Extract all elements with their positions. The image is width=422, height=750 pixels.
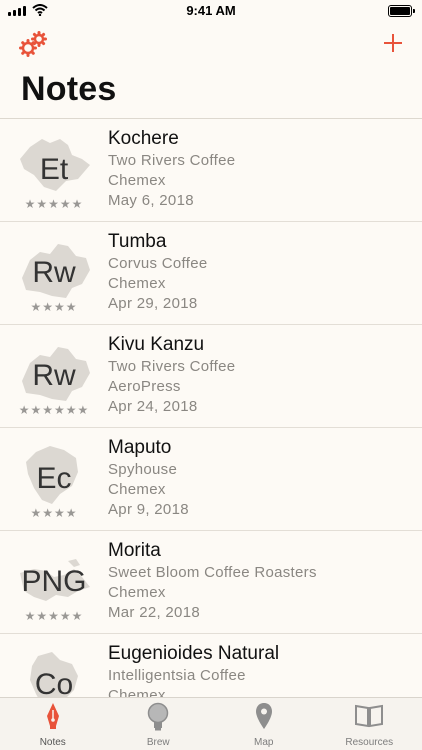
tab-brew[interactable]: Brew [106,698,212,750]
roaster-name: Two Rivers Coffee [108,358,236,375]
country-thumbnail: PNG ★★★★★ [12,545,96,627]
tab-label: Notes [39,737,66,748]
list-item[interactable]: Ec ★★★★ Maputo Spyhouse Chemex Apr 9, 20… [0,428,422,531]
status-time: 9:41 AM [186,3,236,18]
country-thumbnail: Et ★★★★★ [12,133,96,215]
coffee-name: Eugenioides Natural [108,643,280,664]
tab-label: Resources [345,737,394,748]
list-item[interactable]: Rw ★★★★★★ Kivu Kanzu Two Rivers Coffee A… [0,325,422,428]
tab-label: Map [254,737,274,748]
rating-stars: ★★★★★★ [18,403,90,417]
coffee-name: Kivu Kanzu [108,334,205,355]
page-title: Notes [21,70,117,108]
country-thumbnail: Rw ★★★★ [12,236,96,318]
note-date: Apr 29, 2018 [108,295,198,312]
rating-stars: ★★★★★ [24,609,84,623]
list-item[interactable]: Et ★★★★★ Kochere Two Rivers Coffee Cheme… [0,119,422,222]
country-code: Rw [32,359,76,392]
tab-notes[interactable]: Notes [0,698,106,750]
list-item[interactable]: Rw ★★★★ Tumba Corvus Coffee Chemex Apr 2… [0,222,422,325]
roaster-name: Sweet Bloom Coffee Roasters [108,564,317,581]
status-bar: 9:41 AM [0,0,422,22]
country-code: Rw [32,256,76,289]
roaster-name: Corvus Coffee [108,255,208,272]
country-code: PNG [21,565,87,598]
tab-label: Brew [146,737,170,748]
brew-method: Chemex [108,275,166,292]
note-date: Apr 9, 2018 [108,501,189,518]
list-item[interactable]: Co Eugenioides Natural Intelligentsia Co… [0,634,422,701]
open-book-icon [355,704,384,728]
roaster-name: Intelligentsia Coffee [108,667,246,684]
rating-stars: ★★★★★ [24,197,84,211]
add-note-button[interactable] [382,32,404,54]
country-thumbnail: Co [12,648,96,701]
rating-stars: ★★★★ [30,300,78,314]
list-item[interactable]: PNG ★★★★★ Morita Sweet Bloom Coffee Roas… [0,531,422,634]
map-pin-icon [255,703,272,729]
coffee-name: Kochere [108,128,179,149]
brew-bulb-icon [148,702,169,731]
country-thumbnail: Rw ★★★★★★ [12,339,96,421]
battery-icon [388,5,415,17]
settings-gear-icon[interactable] [18,30,48,58]
brew-method: Chemex [108,584,166,601]
country-thumbnail: Ec ★★★★ [12,442,96,524]
rating-stars: ★★★★ [30,506,78,520]
brew-method: Chemex [108,481,166,498]
note-date: May 6, 2018 [108,192,194,209]
tab-bar: Notes Brew Map Resources [0,697,422,750]
country-code: Et [39,153,69,186]
tab-resources[interactable]: Resources [317,698,422,750]
coffee-name: Maputo [108,437,172,458]
roaster-name: Two Rivers Coffee [108,152,236,169]
coffee-name: Morita [108,540,161,561]
country-code: Ec [36,462,72,495]
note-date: Apr 24, 2018 [108,398,198,415]
note-date: Mar 22, 2018 [108,604,200,621]
tab-map[interactable]: Map [211,698,317,750]
roaster-name: Spyhouse [108,461,178,478]
brew-method: Chemex [108,172,166,189]
pen-nib-icon [46,703,59,729]
coffee-name: Tumba [108,231,167,252]
notes-list: Et ★★★★★ Kochere Two Rivers Coffee Cheme… [0,118,422,701]
brew-method: AeroPress [108,378,181,395]
